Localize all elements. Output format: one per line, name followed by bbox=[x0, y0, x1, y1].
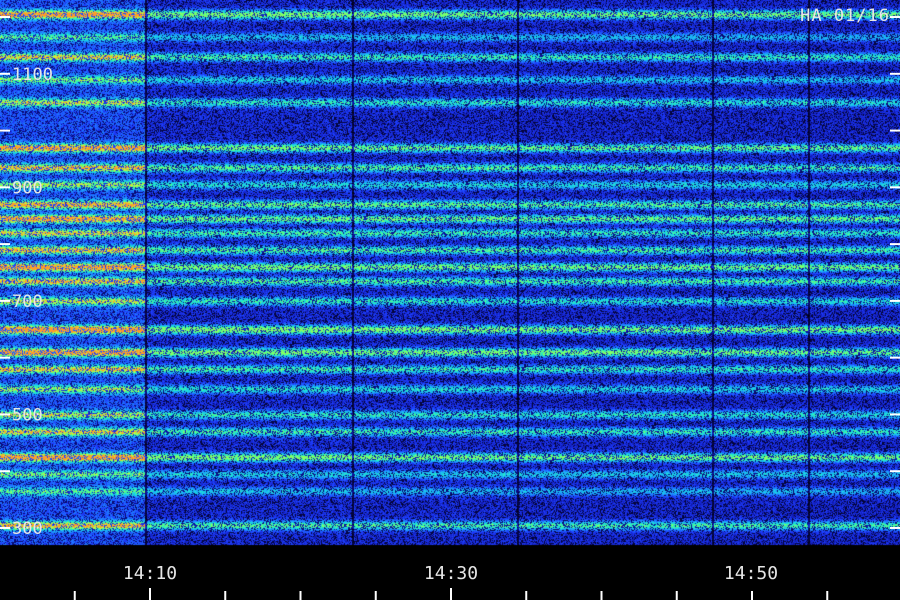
y-tick-label: 900 bbox=[12, 178, 43, 198]
x-tick-label: 14:50 bbox=[724, 563, 778, 584]
y-tick-label: 1100 bbox=[12, 65, 53, 85]
x-tick-label: 14:30 bbox=[424, 563, 478, 584]
y-tick-label: 300 bbox=[12, 519, 43, 539]
axes-overlay: 1100 900 700 500 300 14:10 14:30 14:50 bbox=[0, 16, 900, 600]
y-tick-label: 500 bbox=[12, 405, 43, 425]
corner-label: HA 01/16 bbox=[800, 6, 890, 26]
x-tick-label: 14:10 bbox=[123, 563, 177, 584]
y-tick-label: 700 bbox=[12, 292, 43, 312]
spectrogram-chart: 1100 900 700 500 300 14:10 14:30 14:50 HA 01/16 bbox=[0, 0, 900, 600]
